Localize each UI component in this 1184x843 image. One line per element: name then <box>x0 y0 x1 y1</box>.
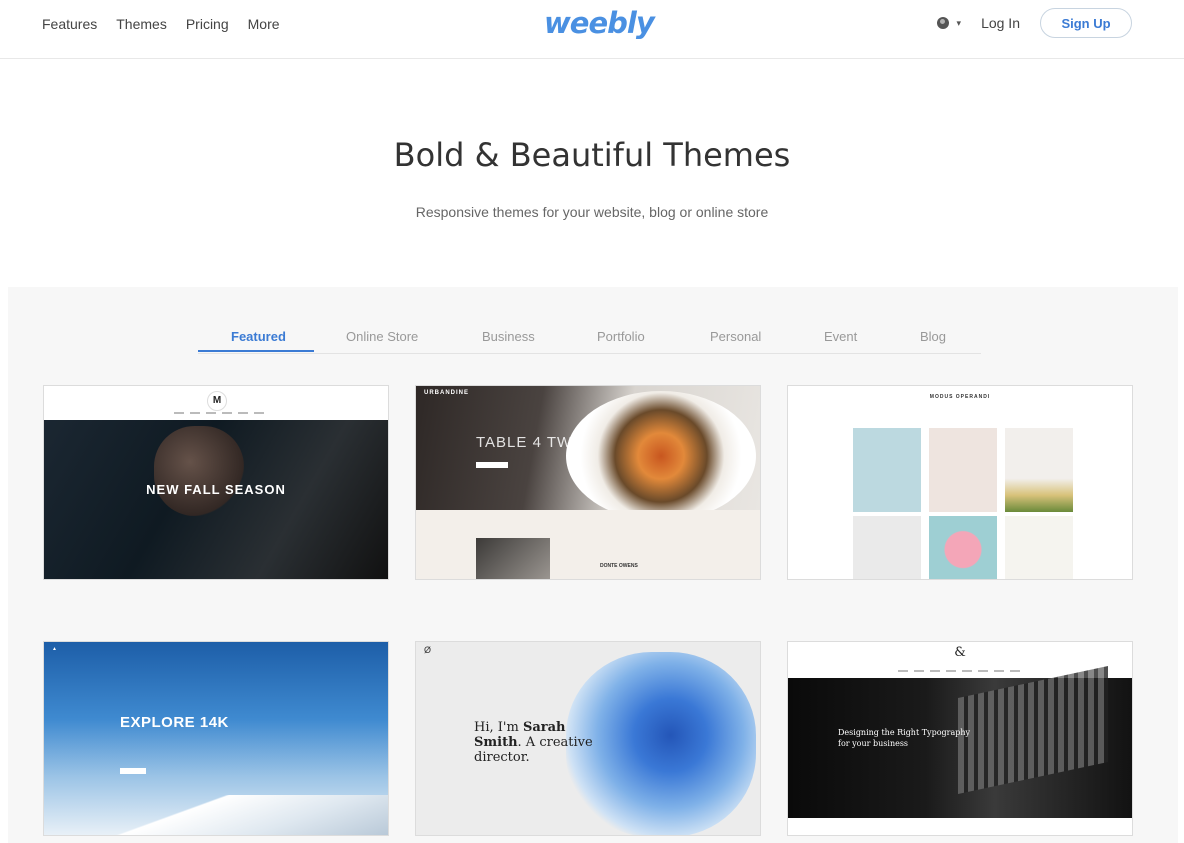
theme-preview-menu <box>174 412 264 414</box>
watch-photo <box>154 426 244 516</box>
flower-tile <box>853 428 921 512</box>
tab-personal[interactable]: Personal <box>710 329 761 344</box>
headline-bold-part: Sarah <box>522 720 566 735</box>
theme-headline: Hi, I'm Sarah Smith. A creative director. <box>474 720 593 765</box>
theme-preview-button <box>476 462 508 468</box>
theme-card-sarah-smith[interactable]: Ø Hi, I'm Sarah Smith. A creative director… <box>415 641 761 836</box>
gerbera-tile <box>929 516 997 579</box>
headline-line: for your business <box>838 739 909 748</box>
theme-preview-footer <box>788 818 1132 835</box>
theme-logo: ▲ <box>52 646 57 652</box>
yellow-flowers-tile <box>1005 516 1073 579</box>
headline-line: Designing the Right Typography <box>838 728 971 737</box>
tab-featured[interactable]: Featured <box>231 329 286 344</box>
language-selector[interactable]: ▾ <box>936 17 962 29</box>
tab-portfolio[interactable]: Portfolio <box>597 329 645 344</box>
theme-card-typography[interactable]: & Designing the Right Typography for your… <box>787 641 1133 836</box>
headline-part: director. <box>474 750 530 765</box>
theme-preview-section <box>416 510 760 579</box>
theme-brand: URBANDINE <box>424 390 469 396</box>
tab-online-store[interactable]: Online Store <box>346 329 418 344</box>
theme-card-modus-operandi[interactable]: MODUS OPERANDI <box>787 385 1133 580</box>
nav-pricing[interactable]: Pricing <box>186 16 229 32</box>
weebly-logo[interactable]: weebly <box>544 6 655 40</box>
theme-card-urbandine[interactable]: URBANDINE TABLE 4 TWO DONTE OWENS <box>415 385 761 580</box>
nav-more[interactable]: More <box>248 16 280 32</box>
food-plate-photo <box>566 391 756 521</box>
theme-card-explore[interactable]: ▲ EXPLORE 14K <box>43 641 389 836</box>
theme-headline: EXPLORE 14K <box>120 714 229 731</box>
primary-nav: Features Themes Pricing More <box>42 16 280 32</box>
theme-logo: & <box>954 645 966 660</box>
headline-part: Hi, I'm <box>474 720 523 735</box>
page-title: Bold & Beautiful Themes <box>393 136 791 174</box>
leaf-tile <box>853 516 921 579</box>
theme-preview-button <box>120 768 146 774</box>
tab-event[interactable]: Event <box>824 329 857 344</box>
headline-part: . A creative <box>517 735 593 750</box>
chef-photo <box>476 538 550 579</box>
tab-blog[interactable]: Blog <box>920 329 946 344</box>
theme-logo: M <box>207 391 227 411</box>
globe-icon <box>936 17 949 29</box>
headline-bold-part: Smith <box>474 735 518 750</box>
theme-preview-menu <box>898 670 1022 672</box>
theme-brand: MODUS OPERANDI <box>929 394 991 400</box>
theme-headline: TABLE 4 TWO <box>476 434 585 451</box>
pineapples-tile <box>1005 428 1073 512</box>
nav-themes[interactable]: Themes <box>116 16 167 32</box>
nav-features[interactable]: Features <box>42 16 97 32</box>
theme-logo: Ø <box>424 645 432 655</box>
active-tab-indicator <box>198 350 314 352</box>
themes-gallery: Featured Online Store Business Portfolio… <box>8 287 1178 843</box>
mountain-photo <box>44 795 388 835</box>
theme-headline: NEW FALL SEASON <box>146 482 286 497</box>
theme-card-fall-season[interactable]: M NEW FALL SEASON <box>43 385 389 580</box>
signup-button[interactable]: Sign Up <box>1040 8 1132 38</box>
page-subtitle: Responsive themes for your website, blog… <box>415 204 769 220</box>
tab-business[interactable]: Business <box>482 329 535 344</box>
blue-ink-photo <box>566 652 756 835</box>
login-link[interactable]: Log In <box>981 15 1020 31</box>
theme-label: DONTE OWENS <box>600 563 638 569</box>
theme-category-tabs: Featured Online Store Business Portfolio… <box>198 319 981 354</box>
hands-tile <box>929 428 997 512</box>
chevron-down-icon: ▾ <box>956 17 962 28</box>
account-nav: ▾ Log In Sign Up <box>936 8 1132 38</box>
theme-headline: Designing the Right Typography for your b… <box>838 727 970 749</box>
top-nav: Features Themes Pricing More weebly ▾ Lo… <box>0 0 1184 59</box>
